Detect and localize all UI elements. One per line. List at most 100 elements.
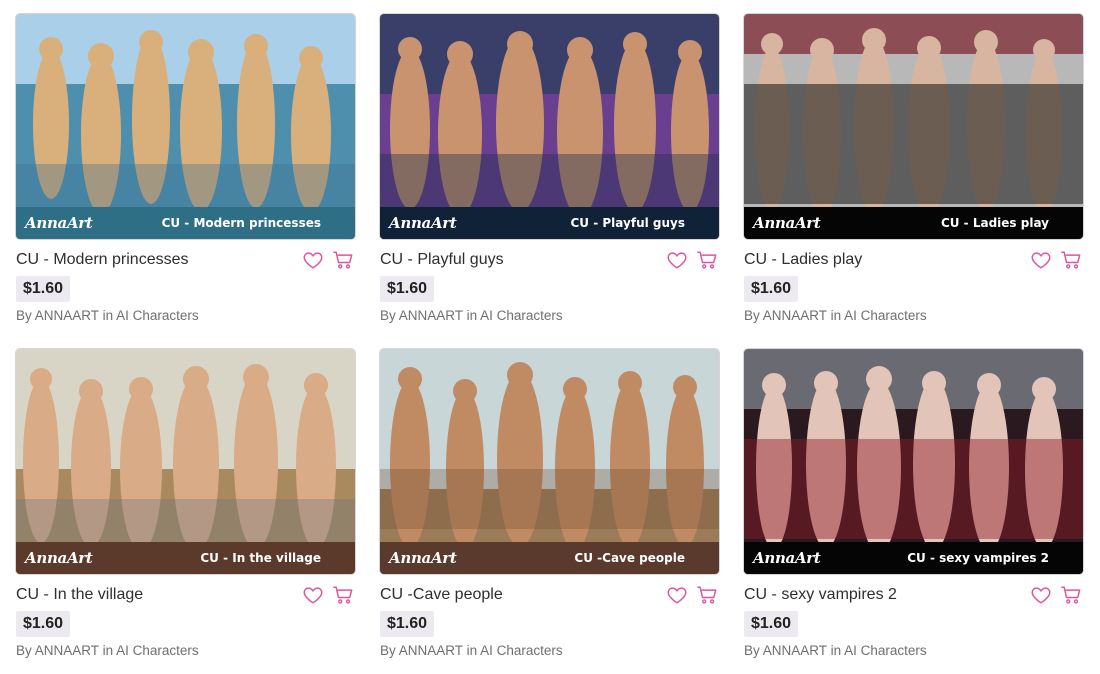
banner-title: CU - Playful guys xyxy=(570,216,686,230)
brand-watermark: AnnaArt xyxy=(753,214,821,232)
product-title[interactable]: CU - Modern princesses xyxy=(16,251,189,269)
product-actions xyxy=(1030,584,1083,606)
title-row: CU -Cave people xyxy=(380,584,719,606)
cart-icon[interactable] xyxy=(332,249,354,271)
author-line: By ANNAART in AI Characters xyxy=(380,643,719,658)
cart-icon[interactable] xyxy=(696,584,718,606)
price-tag: $1.60 xyxy=(744,276,799,302)
product-actions xyxy=(302,249,355,271)
price-tag: $1.60 xyxy=(744,611,799,637)
in-label: in xyxy=(466,643,478,658)
title-row: CU - Ladies play xyxy=(744,249,1083,271)
product-title[interactable]: CU - sexy vampires 2 xyxy=(744,586,897,604)
author-line: By ANNAART in AI Characters xyxy=(16,643,355,658)
in-label: in xyxy=(102,643,114,658)
by-label: By xyxy=(744,308,760,323)
product-title[interactable]: CU -Cave people xyxy=(380,586,503,604)
in-label: in xyxy=(102,308,114,323)
brand-watermark: AnnaArt xyxy=(389,214,457,232)
category-link[interactable]: AI Characters xyxy=(844,643,927,658)
heart-outline-icon[interactable] xyxy=(302,584,324,606)
product-artwork xyxy=(16,14,355,239)
author-line: By ANNAART in AI Characters xyxy=(16,308,355,323)
thumbnail-banner: AnnaArt CU - Ladies play xyxy=(744,207,1083,239)
heart-outline-icon[interactable] xyxy=(666,249,688,271)
in-label: in xyxy=(466,308,478,323)
product-artwork xyxy=(380,349,719,574)
by-label: By xyxy=(380,643,396,658)
heart-outline-icon[interactable] xyxy=(666,584,688,606)
banner-title: CU - Ladies play xyxy=(940,216,1049,230)
product-artwork xyxy=(744,14,1083,239)
title-row: CU - Playful guys xyxy=(380,249,719,271)
cart-icon[interactable] xyxy=(332,584,354,606)
category-link[interactable]: AI Characters xyxy=(844,308,927,323)
author-link[interactable]: ANNAART xyxy=(763,643,827,658)
author-link[interactable]: ANNAART xyxy=(35,643,99,658)
thumbnail-banner: AnnaArt CU - Modern princesses xyxy=(16,207,355,239)
banner-title: CU - Modern princesses xyxy=(161,216,321,230)
by-label: By xyxy=(16,643,32,658)
author-link[interactable]: ANNAART xyxy=(399,308,463,323)
title-row: CU - Modern princesses xyxy=(16,249,355,271)
title-row: CU - In the village xyxy=(16,584,355,606)
in-label: in xyxy=(830,643,842,658)
author-link[interactable]: ANNAART xyxy=(35,308,99,323)
author-link[interactable]: ANNAART xyxy=(399,643,463,658)
product-card: AnnaArt CU - Modern princesses CU - Mode… xyxy=(16,14,355,339)
product-actions xyxy=(666,584,719,606)
product-card: AnnaArt CU - Playful guys CU - Playful g… xyxy=(380,14,719,339)
product-actions xyxy=(1030,249,1083,271)
author-line: By ANNAART in AI Characters xyxy=(380,308,719,323)
heart-outline-icon[interactable] xyxy=(302,249,324,271)
product-title[interactable]: CU - In the village xyxy=(16,586,143,604)
title-row: CU - sexy vampires 2 xyxy=(744,584,1083,606)
product-card: AnnaArt CU -Cave people CU -Cave people … xyxy=(380,349,719,674)
product-thumbnail[interactable]: AnnaArt CU - In the village xyxy=(16,349,355,574)
by-label: By xyxy=(380,308,396,323)
author-line: By ANNAART in AI Characters xyxy=(744,643,1083,658)
product-grid: AnnaArt CU - Modern princesses CU - Mode… xyxy=(16,14,1083,674)
product-thumbnail[interactable]: AnnaArt CU -Cave people xyxy=(380,349,719,574)
by-label: By xyxy=(16,308,32,323)
brand-watermark: AnnaArt xyxy=(389,549,457,567)
product-artwork xyxy=(744,349,1083,574)
price-tag: $1.60 xyxy=(380,611,435,637)
brand-watermark: AnnaArt xyxy=(753,549,821,567)
price-tag: $1.60 xyxy=(380,276,435,302)
banner-title: CU -Cave people xyxy=(574,551,685,565)
by-label: By xyxy=(744,643,760,658)
product-artwork xyxy=(16,349,355,574)
product-card: AnnaArt CU - In the village CU - In the … xyxy=(16,349,355,674)
heart-outline-icon[interactable] xyxy=(1030,249,1052,271)
product-actions xyxy=(302,584,355,606)
product-thumbnail[interactable]: AnnaArt CU - Modern princesses xyxy=(16,14,355,239)
product-actions xyxy=(666,249,719,271)
thumbnail-banner: AnnaArt CU - Playful guys xyxy=(380,207,719,239)
category-link[interactable]: AI Characters xyxy=(480,308,563,323)
thumbnail-banner: AnnaArt CU - In the village xyxy=(16,542,355,574)
category-link[interactable]: AI Characters xyxy=(116,643,199,658)
cart-icon[interactable] xyxy=(696,249,718,271)
product-artwork xyxy=(380,14,719,239)
product-thumbnail[interactable]: AnnaArt CU - sexy vampires 2 xyxy=(744,349,1083,574)
in-label: in xyxy=(830,308,842,323)
author-link[interactable]: ANNAART xyxy=(763,308,827,323)
thumbnail-banner: AnnaArt CU -Cave people xyxy=(380,542,719,574)
thumbnail-banner: AnnaArt CU - sexy vampires 2 xyxy=(744,542,1083,574)
category-link[interactable]: AI Characters xyxy=(480,643,563,658)
category-link[interactable]: AI Characters xyxy=(116,308,199,323)
product-title[interactable]: CU - Playful guys xyxy=(380,251,504,269)
banner-title: CU - In the village xyxy=(200,551,321,565)
product-card: AnnaArt CU - sexy vampires 2 CU - sexy v… xyxy=(744,349,1083,674)
heart-outline-icon[interactable] xyxy=(1030,584,1052,606)
price-tag: $1.60 xyxy=(16,611,71,637)
brand-watermark: AnnaArt xyxy=(25,214,93,232)
product-title[interactable]: CU - Ladies play xyxy=(744,251,862,269)
product-thumbnail[interactable]: AnnaArt CU - Ladies play xyxy=(744,14,1083,239)
author-line: By ANNAART in AI Characters xyxy=(744,308,1083,323)
cart-icon[interactable] xyxy=(1060,249,1082,271)
price-tag: $1.60 xyxy=(16,276,71,302)
cart-icon[interactable] xyxy=(1060,584,1082,606)
product-thumbnail[interactable]: AnnaArt CU - Playful guys xyxy=(380,14,719,239)
